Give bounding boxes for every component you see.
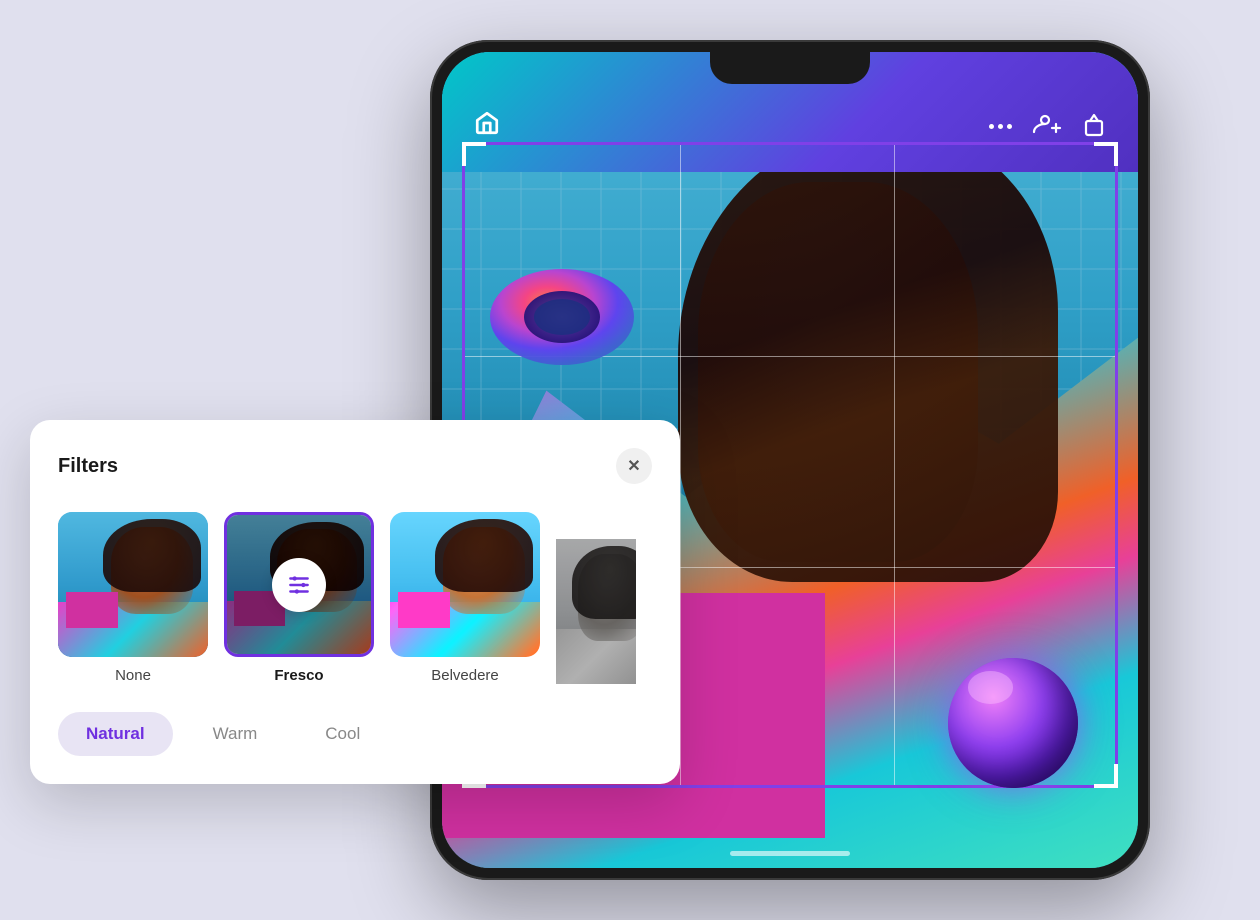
- home-icon[interactable]: [474, 110, 500, 142]
- filters-panel: Filters ✕ None: [30, 420, 680, 784]
- filter-label-belvedere: Belvedere: [431, 667, 499, 684]
- sphere-3d-object: [948, 658, 1078, 788]
- filter-thumb-fresco: [224, 512, 374, 657]
- filter-thumbnails-row: None: [58, 512, 652, 684]
- filter-thumb-cool: [556, 539, 636, 684]
- filter-item-cool[interactable]: [556, 539, 636, 684]
- phone-notch: [710, 52, 870, 84]
- topbar-actions: [989, 111, 1106, 142]
- grid-line-v2: [894, 145, 895, 785]
- tone-warm-button[interactable]: Warm: [185, 712, 286, 756]
- tone-buttons-row: Natural Warm Cool: [58, 712, 652, 756]
- filter-item-belvedere[interactable]: Belvedere: [390, 512, 540, 684]
- filter-label-fresco: Fresco: [274, 667, 323, 684]
- share-icon[interactable]: [1082, 111, 1106, 142]
- filter-thumb-cool-img: [556, 539, 636, 684]
- filter-icon-overlay: [227, 515, 371, 654]
- crop-corner-tr: [1094, 142, 1118, 166]
- filters-title: Filters: [58, 455, 118, 478]
- tone-natural-button[interactable]: Natural: [58, 712, 173, 756]
- filter-thumb-none-img: [58, 512, 208, 657]
- more-options-icon[interactable]: [989, 124, 1012, 129]
- crop-corner-br: [1094, 764, 1118, 788]
- torus-3d-object: [482, 252, 642, 382]
- tone-cool-button[interactable]: Cool: [297, 712, 388, 756]
- close-button[interactable]: ✕: [616, 448, 652, 484]
- filters-header: Filters ✕: [58, 448, 652, 484]
- filter-thumb-belvedere-img: [390, 512, 540, 657]
- filter-thumb-none: [58, 512, 208, 657]
- crop-corner-tl: [462, 142, 486, 166]
- home-indicator: [730, 851, 850, 856]
- filter-sliders-icon-circle: [272, 558, 326, 612]
- filter-label-none: None: [115, 667, 151, 684]
- add-friend-icon[interactable]: [1032, 111, 1062, 142]
- filter-thumb-belvedere: [390, 512, 540, 657]
- filter-item-fresco[interactable]: Fresco: [224, 512, 374, 684]
- filter-item-none[interactable]: None: [58, 512, 208, 684]
